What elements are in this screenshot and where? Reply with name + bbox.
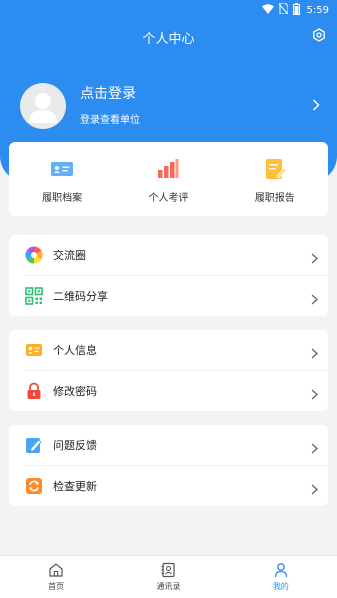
tab-mine[interactable]: 我的: [241, 562, 321, 592]
tab-label: 我的: [272, 582, 289, 591]
menu-item-personal-info[interactable]: 个人信息: [9, 330, 328, 370]
quick-action-duty-report[interactable]: 履职报告: [230, 155, 320, 204]
profile-login-area[interactable]: 点击登录 登录查看单位: [20, 80, 320, 132]
feedback-pen-icon: [25, 436, 43, 454]
contacts-icon: [160, 562, 176, 578]
menu-item-label: 个人信息: [53, 344, 97, 357]
menu-item-label: 检查更新: [53, 480, 97, 493]
menu-item-label: 修改密码: [53, 385, 97, 398]
tab-label: 通讯录: [156, 582, 181, 591]
menu-item-change-password[interactable]: 修改密码: [9, 371, 328, 411]
status-bar: 5:59: [0, 0, 337, 20]
tab-home[interactable]: 首页: [16, 562, 96, 592]
battery-icon: [292, 2, 300, 18]
chevron-right-icon: [311, 480, 318, 499]
quick-action-label: 个人考评: [148, 192, 189, 204]
person-icon: [273, 562, 289, 578]
page-title: 个人中心: [142, 31, 195, 47]
menu-item-label: 二维码分享: [53, 290, 108, 303]
id-card-icon: [50, 157, 74, 181]
login-prompt[interactable]: 点击登录: [80, 84, 140, 104]
menu-item-check-update[interactable]: 检查更新: [9, 466, 328, 506]
menu-group-account: 个人信息 修改密码: [9, 330, 328, 411]
bottom-tab-bar: 首页 通讯录 我的: [0, 555, 337, 598]
chevron-right-icon: [311, 249, 318, 268]
menu-item-feedback[interactable]: 问题反馈: [9, 425, 328, 465]
user-card-icon: [25, 341, 43, 359]
avatar[interactable]: [20, 83, 66, 129]
menu-group-support: 问题反馈 检查更新: [9, 425, 328, 506]
tab-contacts[interactable]: 通讯录: [128, 562, 208, 592]
quick-action-evaluation[interactable]: 个人考评: [123, 155, 213, 204]
chevron-right-icon: [311, 385, 318, 404]
settings-hexagon-icon: [312, 27, 326, 46]
quick-actions-card: 履职档案 个人考评 履职报告: [9, 142, 328, 216]
menu-item-label: 交流圈: [53, 249, 86, 262]
default-avatar-icon: [29, 93, 57, 123]
refresh-icon: [25, 477, 43, 495]
chevron-right-icon: [312, 96, 320, 115]
menu-item-exchange-circle[interactable]: 交流圈: [9, 235, 328, 275]
qrcode-icon: [25, 287, 43, 305]
chevron-right-icon: [311, 439, 318, 458]
home-icon: [48, 562, 64, 578]
report-edit-icon: [263, 157, 287, 181]
login-subtext: 登录查看单位: [80, 115, 140, 126]
bar-chart-icon: [156, 157, 180, 181]
quick-action-label: 履职报告: [254, 192, 295, 204]
chevron-right-icon: [311, 290, 318, 309]
no-sim-icon: [278, 2, 289, 17]
status-time: 5:59: [306, 4, 329, 16]
wifi-icon: [261, 3, 274, 17]
chevron-right-icon: [311, 344, 318, 363]
aperture-icon: [25, 246, 43, 264]
menu-item-label: 问题反馈: [53, 439, 97, 452]
menu-item-qrcode-share[interactable]: 二维码分享: [9, 276, 328, 316]
tab-label: 首页: [48, 582, 65, 591]
lock-icon: [25, 382, 43, 400]
settings-button[interactable]: [309, 26, 329, 46]
menu-group-social: 交流圈 二维码分享: [9, 235, 328, 316]
quick-action-label: 履职档案: [42, 192, 83, 204]
quick-action-duty-archive[interactable]: 履职档案: [17, 155, 107, 204]
